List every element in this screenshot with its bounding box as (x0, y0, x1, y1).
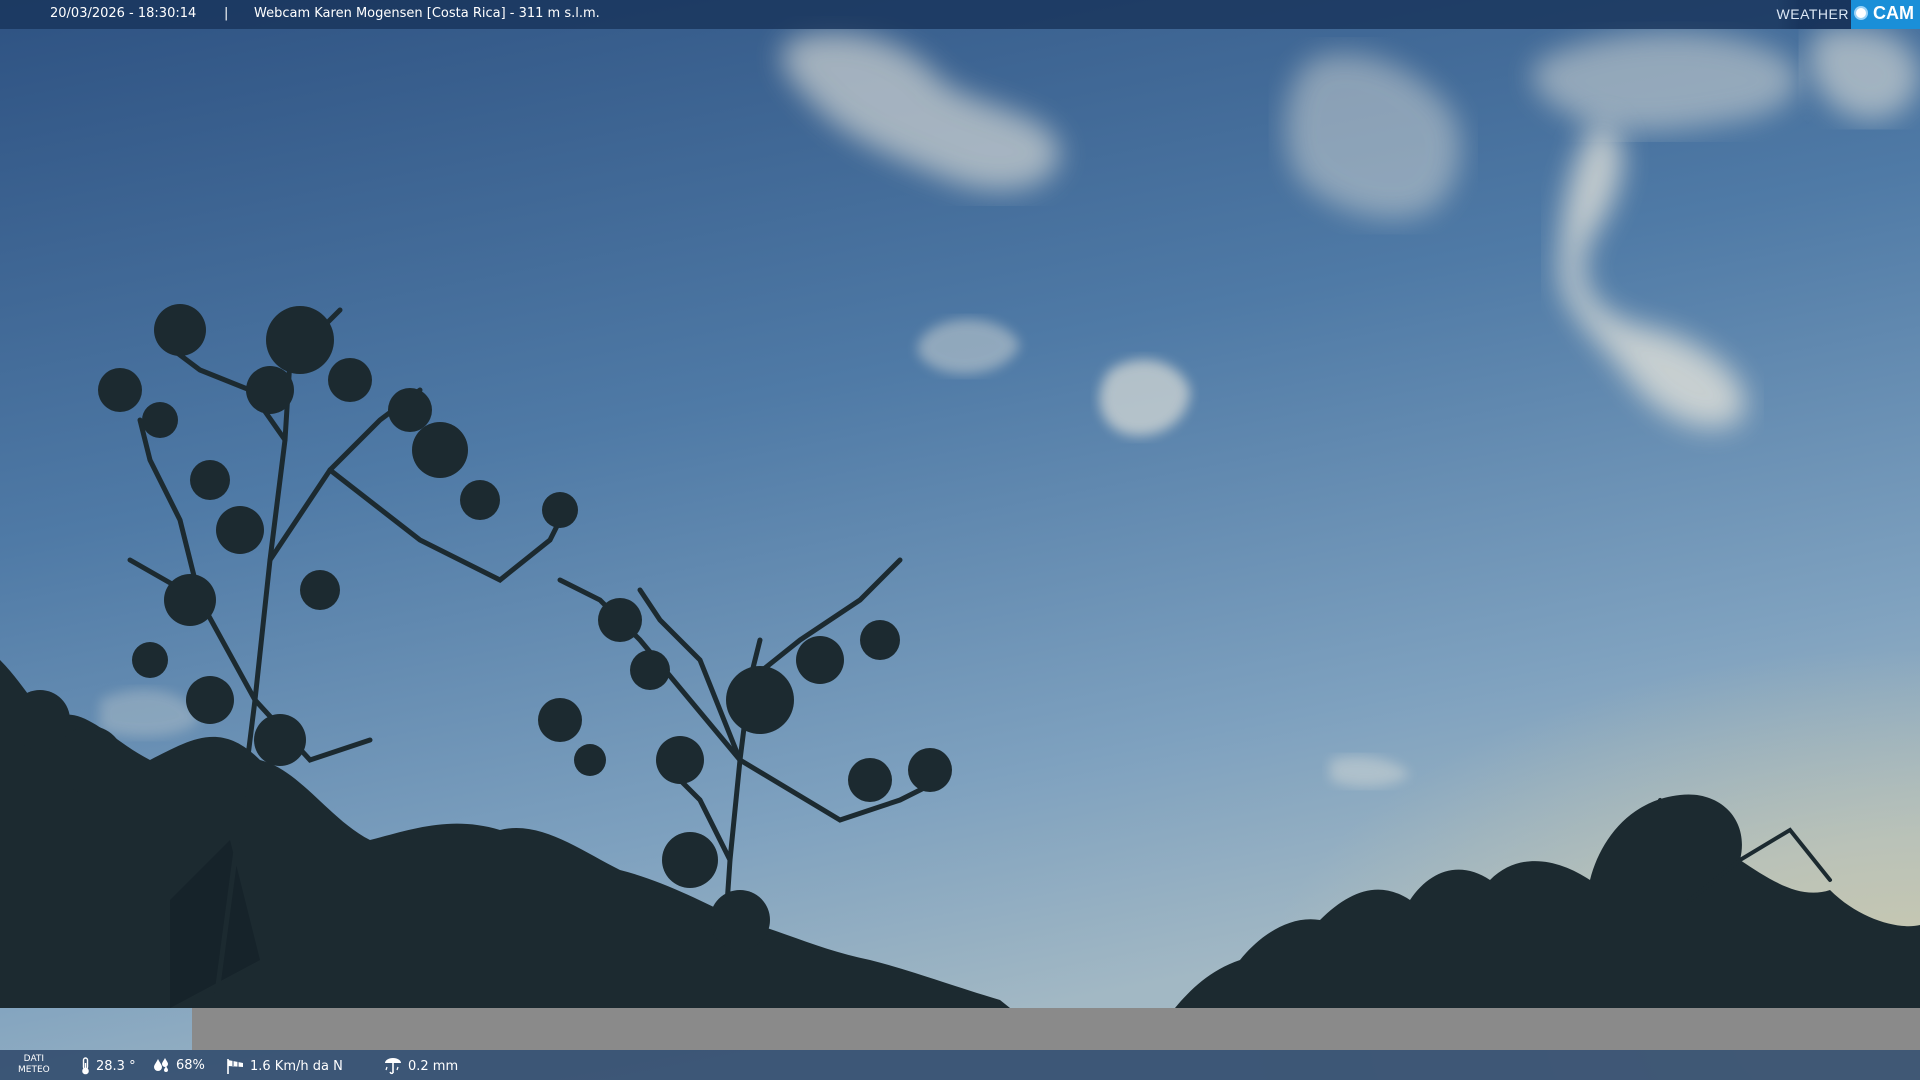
temperature-value: 28.3 ° (96, 1058, 136, 1074)
camera-lens-icon (1854, 6, 1868, 20)
temperature-reading: 28.3 ° (80, 1057, 136, 1075)
rain-value: 0.2 mm (408, 1058, 459, 1074)
humidity-drops-icon (153, 1057, 171, 1073)
datetime-label: 20/03/2026 - 18:30:14 (50, 6, 197, 21)
weathercam-logo[interactable]: WEATHER CAM (1776, 0, 1920, 29)
logo-cam-text: CAM (1851, 0, 1920, 29)
dati-meteo-button[interactable]: DATI METEO (18, 1054, 50, 1076)
webcam-image (0, 0, 1920, 1080)
wind-value: 1.6 Km/h da N (250, 1058, 343, 1074)
meteo-label: METEO (18, 1065, 50, 1075)
wind-reading: 1.6 Km/h da N (225, 1057, 343, 1075)
header-separator: | (224, 6, 229, 21)
image-bottom-strip (192, 1008, 1920, 1050)
logo-weather-text: WEATHER (1776, 0, 1851, 29)
weather-data-bar: DATI METEO 28.3 ° 68% 1.6 Km/h da N 0.2 … (0, 1050, 1920, 1080)
header-bar: 20/03/2026 - 18:30:14 | Webcam Karen Mog… (0, 0, 1920, 29)
webcam-title: Webcam Karen Mogensen [Costa Rica] - 311… (254, 6, 600, 21)
dati-label: DATI (23, 1054, 45, 1064)
rain-reading: 0.2 mm (383, 1057, 458, 1075)
humidity-reading: 68% (153, 1057, 205, 1073)
logo-cam-label: CAM (1873, 3, 1914, 23)
thermometer-icon (80, 1057, 91, 1075)
rain-gauge-icon (383, 1057, 403, 1075)
windsock-icon (225, 1057, 245, 1075)
humidity-value: 68% (176, 1057, 205, 1073)
